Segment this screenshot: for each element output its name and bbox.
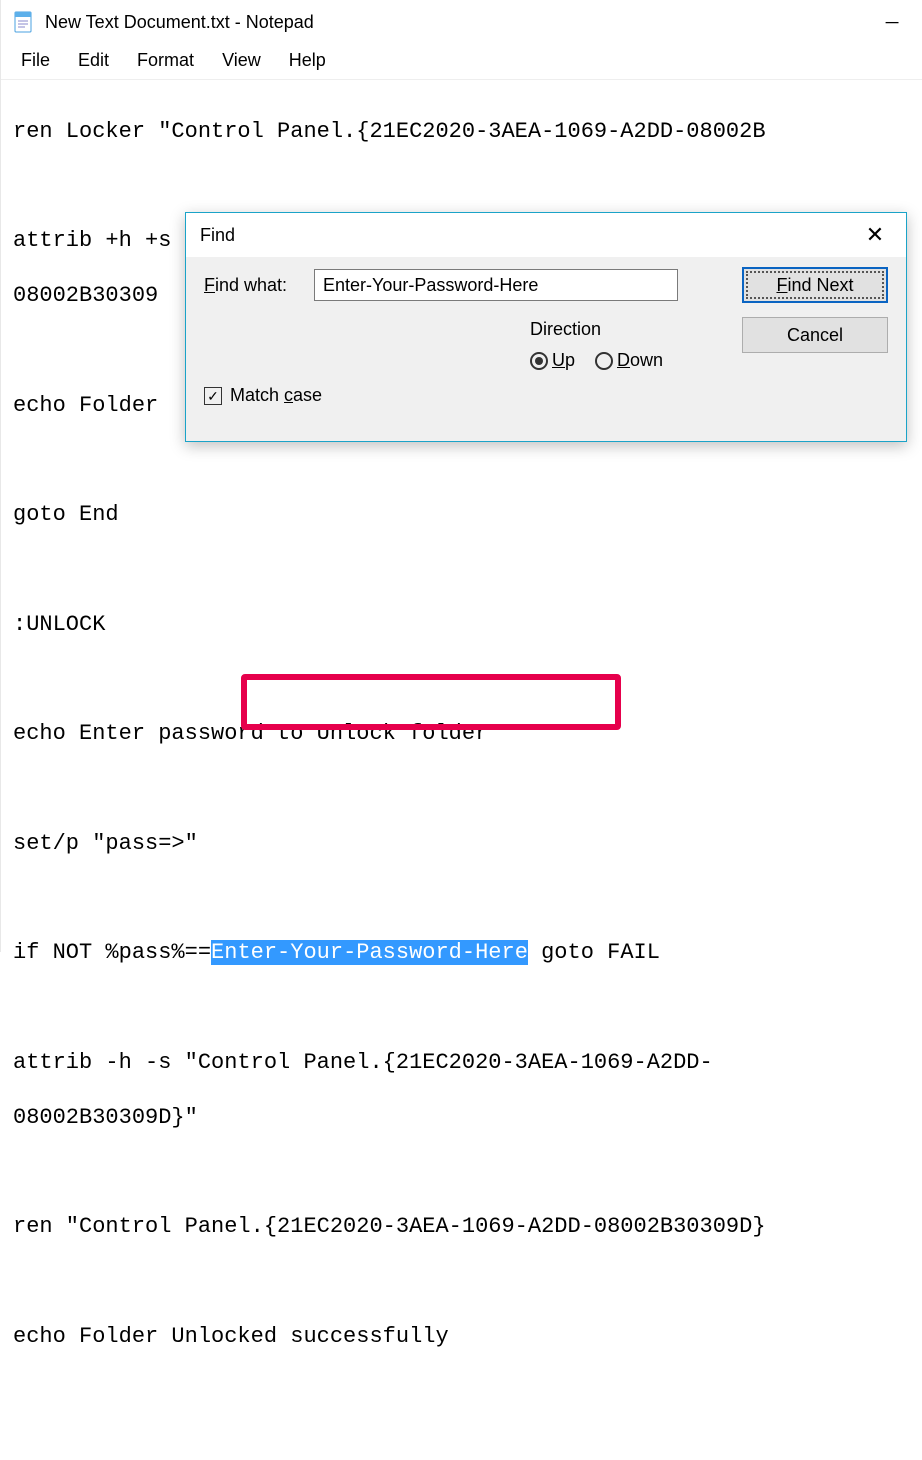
menubar: File Edit Format View Help: [1, 44, 922, 79]
close-icon[interactable]: ✕: [858, 222, 892, 248]
direction-group: Direction Up Down: [524, 319, 724, 371]
notepad-icon: [11, 10, 35, 34]
find-next-button[interactable]: Find Next: [742, 267, 888, 303]
menu-file[interactable]: File: [21, 50, 50, 71]
text-line: 08002B30309D}": [13, 1104, 910, 1132]
text-line: :UNLOCK: [13, 611, 910, 639]
find-what-input[interactable]: [314, 269, 678, 301]
find-dialog-titlebar: Find ✕: [186, 213, 906, 257]
text-line: set/p "pass=>": [13, 830, 910, 858]
text-line: goto End: [13, 501, 910, 529]
text-line: echo Folder Unlocked successfully: [13, 1323, 910, 1351]
menu-format[interactable]: Format: [137, 50, 194, 71]
direction-down-radio[interactable]: Down: [595, 350, 663, 371]
minimize-button[interactable]: ─: [872, 12, 912, 33]
find-what-label: Find what:: [204, 275, 314, 296]
selected-text: Enter-Your-Password-Here: [211, 940, 528, 965]
text-line: if NOT %pass%==Enter-Your-Password-Here …: [13, 939, 910, 967]
text-line: echo Enter password to Unlock folder: [13, 720, 910, 748]
menu-edit[interactable]: Edit: [78, 50, 109, 71]
notepad-window: New Text Document.txt - Notepad ─ File E…: [0, 0, 922, 952]
direction-up-radio[interactable]: Up: [530, 350, 575, 371]
menu-view[interactable]: View: [222, 50, 261, 71]
direction-label: Direction: [530, 319, 724, 340]
text-line: attrib -h -s "Control Panel.{21EC2020-3A…: [13, 1049, 910, 1077]
match-case-label: Match case: [230, 385, 322, 406]
menu-help[interactable]: Help: [289, 50, 326, 71]
window-title: New Text Document.txt - Notepad: [45, 12, 314, 33]
text-line: ren "Control Panel.{21EC2020-3AEA-1069-A…: [13, 1213, 910, 1241]
cancel-button[interactable]: Cancel: [742, 317, 888, 353]
find-dialog-title: Find: [200, 225, 235, 246]
match-case-checkbox[interactable]: ✓ Match case: [204, 385, 322, 406]
checkbox-icon: ✓: [204, 387, 222, 405]
titlebar: New Text Document.txt - Notepad ─: [1, 0, 922, 44]
text-line: ren Locker "Control Panel.{21EC2020-3AEA…: [13, 118, 910, 146]
find-dialog: Find ✕ Find what: Find Next Cancel Direc…: [185, 212, 907, 442]
